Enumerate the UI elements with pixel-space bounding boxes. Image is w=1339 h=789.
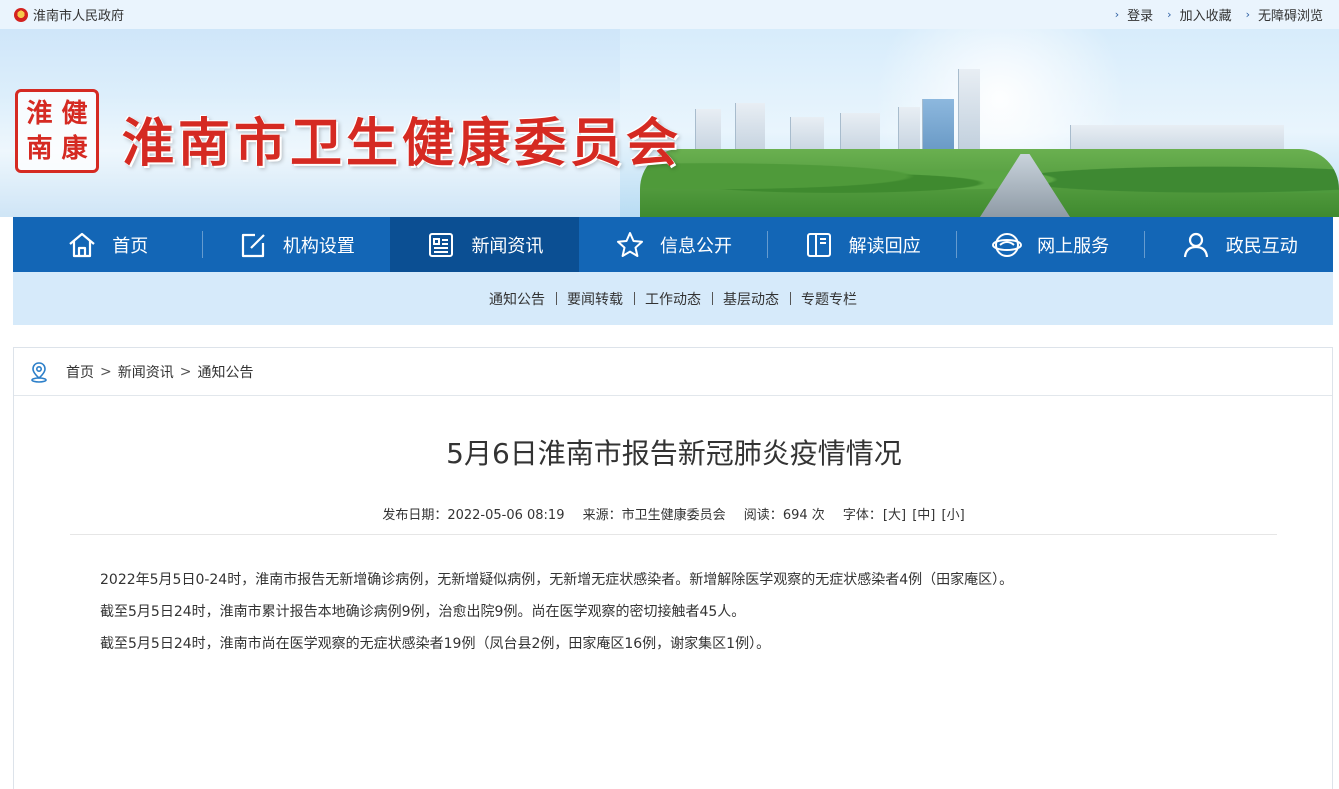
gov-link[interactable]: 淮南市人民政府 <box>14 5 124 24</box>
article-divider <box>70 534 1277 535</box>
article-source: 市卫生健康委员会 <box>621 508 726 523</box>
top-links: › 登录 › 加入收藏 › 无障碍浏览 <box>1115 5 1323 24</box>
article-meta: 发布日期：2022-05-06 08:19 来源：市卫生健康委员会 阅读：694… <box>382 508 965 523</box>
gov-name: 淮南市人民政府 <box>33 9 125 24</box>
breadcrumb-news[interactable]: 新闻资讯 <box>118 362 174 382</box>
chevron-right-icon: › <box>1114 8 1120 21</box>
nav-item-news[interactable]: 新闻资讯 <box>390 217 579 272</box>
book-icon <box>806 232 831 257</box>
read-count: 694 次 <box>782 508 825 523</box>
font-size-large-button[interactable]: [大] <box>883 508 906 523</box>
chevron-right-icon: › <box>1167 8 1172 21</box>
font-size-small-button[interactable]: [小] <box>942 508 965 523</box>
nav-item-home[interactable]: 首页 <box>13 217 202 272</box>
site-logo-seal[interactable]: 淮 健 南 康 <box>15 89 99 173</box>
breadcrumb-home[interactable]: 首页 <box>66 362 94 382</box>
location-pin-icon <box>31 361 47 383</box>
site-title: 淮南市卫生健康委员会 <box>122 114 683 174</box>
article-body: 2022年5月5日0-24时，淮南市报告无新增确诊病例，无新增疑似病例，无新增无… <box>100 564 1280 660</box>
article-paragraph: 2022年5月5日0-24时，淮南市报告无新增确诊病例，无新增疑似病例，无新增无… <box>100 572 1014 588</box>
breadcrumb: 首页 > 新闻资讯 > 通知公告 <box>14 348 1332 396</box>
chevron-right-icon: › <box>1245 8 1250 21</box>
subnav-item-news-reprint[interactable]: 要闻转载 <box>556 289 634 309</box>
content-panel: 首页 > 新闻资讯 > 通知公告 5月6日淮南市报告新冠肺炎疫情情况 发布日期：… <box>13 347 1333 789</box>
subnav-item-work-updates[interactable]: 工作动态 <box>634 289 712 309</box>
subnav-item-special-topics[interactable]: 专题专栏 <box>790 289 868 309</box>
top-utility-bar: 淮南市人民政府 › 登录 › 加入收藏 › 无障碍浏览 <box>0 0 1339 29</box>
font-size-medium-button[interactable]: [中] <box>912 508 935 523</box>
article-paragraph: 截至5月5日24时，淮南市累计报告本地确诊病例9例，治愈出院9例。尚在医学观察的… <box>100 604 746 620</box>
sub-nav: 通知公告 要闻转载 工作动态 基层动态 专题专栏 <box>13 272 1333 325</box>
nav-item-organization[interactable]: 机构设置 <box>201 217 391 272</box>
nav-item-online-service[interactable]: 网上服务 <box>955 217 1145 272</box>
accessibility-link[interactable]: › 无障碍浏览 <box>1246 5 1323 24</box>
subnav-item-notices[interactable]: 通知公告 <box>478 289 556 309</box>
nav-item-interpretation[interactable]: 解读回应 <box>767 217 956 272</box>
home-icon <box>69 232 95 257</box>
edit-icon <box>241 233 265 257</box>
add-favorite-link[interactable]: › 加入收藏 <box>1167 5 1231 24</box>
nav-item-info-disclosure[interactable]: 信息公开 <box>579 217 768 272</box>
main-nav: 首页 机构设置 新闻资讯 信息公开 解读回应 网上服务 政民互动 <box>13 217 1333 272</box>
article-title: 5月6日淮南市报告新冠肺炎疫情情况 <box>446 437 902 470</box>
login-link[interactable]: › 登录 <box>1115 5 1153 24</box>
user-icon <box>1183 232 1208 257</box>
publish-date: 2022-05-06 08:19 <box>447 508 565 523</box>
globe-icon <box>992 232 1023 257</box>
subnav-item-local-updates[interactable]: 基层动态 <box>712 289 790 309</box>
star-icon <box>617 231 644 257</box>
news-icon <box>429 232 454 257</box>
breadcrumb-notices[interactable]: 通知公告 <box>197 362 253 382</box>
national-emblem-icon <box>14 7 28 22</box>
nav-item-interaction[interactable]: 政民互动 <box>1144 217 1333 272</box>
article-paragraph: 截至5月5日24时，淮南市尚在医学观察的无症状感染者19例（凤台县2例，田家庵区… <box>100 636 771 652</box>
site-banner: 淮 健 南 康 淮南市卫生健康委员会 <box>0 29 1339 217</box>
